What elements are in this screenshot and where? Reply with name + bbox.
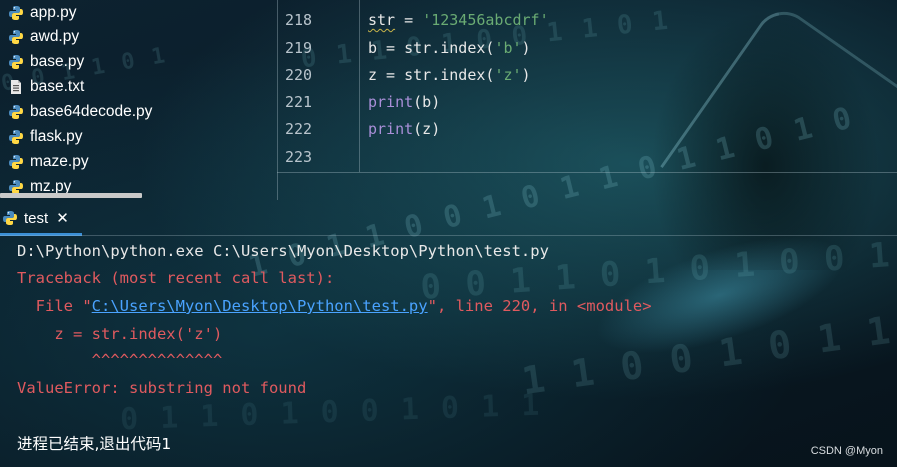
close-icon[interactable]: ✕ <box>56 209 69 227</box>
file-name-label: maze.py <box>30 153 89 170</box>
line-number: 219 <box>285 39 313 57</box>
code-text: print(b) <box>368 89 440 116</box>
error-message: ValueError: substring not found <box>17 379 307 397</box>
file-tree-clip: mz.py <box>0 176 277 193</box>
file-tree-item-flask-py[interactable]: flask.py <box>8 126 83 148</box>
code-line-221[interactable]: 221 print(b) <box>277 89 897 116</box>
code-text: b = str.index('b') <box>368 35 531 62</box>
traceback-source-line: z = str.index('z') <box>17 325 223 343</box>
string-literal: '123456abcdrf' <box>422 11 549 29</box>
console-command-line: D:\Python\python.exe C:\Users\Myon\Deskt… <box>17 242 549 260</box>
code-editor[interactable]: 218 str = '123456abcdrf' 219 b = str.ind… <box>277 0 897 200</box>
tab-test[interactable]: test ✕ <box>0 200 82 236</box>
shadowed-builtin-warning[interactable]: str <box>368 11 395 29</box>
code-line-222[interactable]: 222 print(z) <box>277 116 897 143</box>
code-text: str = '123456abcdrf' <box>368 7 549 34</box>
file-name-label: base64decode.py <box>30 103 153 120</box>
code-text: z = str.index('z') <box>368 62 531 89</box>
file-tree-item-base-txt[interactable]: base.txt <box>8 76 84 98</box>
file-name-label: app.py <box>30 4 77 21</box>
code-line-220[interactable]: 220 z = str.index('z') <box>277 62 897 89</box>
file-name-label: flask.py <box>30 128 83 145</box>
builtin-function: print <box>368 93 414 111</box>
traceback-file-suffix: ", line 220, in <module> <box>427 297 652 315</box>
file-tree-item-base64decode-py[interactable]: base64decode.py <box>8 101 152 123</box>
traceback-file-line: File "C:\Users\Myon\Desktop\Python\test.… <box>17 297 652 315</box>
file-name-label: mz.py <box>30 178 72 193</box>
python-file-icon <box>9 180 23 193</box>
tab-label: test <box>24 209 49 227</box>
code-line-219[interactable]: 219 b = str.index('b') <box>277 35 897 62</box>
line-number: 222 <box>285 120 313 138</box>
file-tree-item-app-py[interactable]: app.py <box>8 2 77 24</box>
python-file-icon <box>9 6 23 20</box>
run-tool-window-tabs: test ✕ <box>0 200 897 236</box>
code-segment: (b) <box>413 93 441 111</box>
code-segment: ) <box>521 66 531 84</box>
traceback-header: Traceback (most recent call last): <box>17 269 335 287</box>
line-number: 220 <box>285 66 313 84</box>
code-segment: (z) <box>413 120 441 138</box>
string-literal: 'b' <box>494 39 522 57</box>
code-line-218[interactable]: 218 str = '123456abcdrf' <box>277 7 897 34</box>
code-line-223[interactable]: 223 <box>277 144 897 171</box>
code-segment: b = str.index( <box>368 39 495 57</box>
file-name-label: base.txt <box>30 78 85 95</box>
line-number: 218 <box>285 11 313 29</box>
string-literal: 'z' <box>494 66 522 84</box>
traceback-file-link[interactable]: C:\Users\Myon\Desktop\Python\test.py <box>92 297 428 315</box>
python-file-icon <box>9 30 23 44</box>
text-file-icon <box>11 80 21 94</box>
code-segment: ) <box>521 39 531 57</box>
project-file-tree: app.py awd.py base.py base.txt base64dec… <box>0 0 277 200</box>
operator: = <box>395 11 423 29</box>
file-tree-item-maze-py[interactable]: maze.py <box>8 151 89 173</box>
file-name-label: base.py <box>30 53 85 70</box>
process-exit-message: 进程已结束,退出代码1 <box>17 435 172 453</box>
line-number: 221 <box>285 93 313 111</box>
editor-bottom-border <box>277 172 897 173</box>
python-file-icon <box>9 130 23 144</box>
builtin-function: print <box>368 120 414 138</box>
python-file-icon <box>9 55 23 69</box>
python-file-icon <box>9 105 23 119</box>
traceback-caret-line: ^^^^^^^^^^^^^^ <box>17 351 223 369</box>
file-tree-item-mz-py[interactable]: mz.py <box>8 176 71 193</box>
run-console-output[interactable]: D:\Python\python.exe C:\Users\Myon\Deskt… <box>0 236 897 467</box>
file-name-label: awd.py <box>30 28 80 45</box>
file-tree-item-base-py[interactable]: base.py <box>8 51 84 73</box>
file-tree-item-awd-py[interactable]: awd.py <box>8 26 79 48</box>
python-file-icon <box>9 155 23 169</box>
code-text: print(z) <box>368 116 440 143</box>
watermark: CSDN @Myon⁠ <box>810 445 883 457</box>
python-run-icon <box>3 211 17 225</box>
line-number: 223 <box>285 148 313 166</box>
horizontal-scrollbar[interactable] <box>0 193 142 198</box>
code-segment: z = str.index( <box>368 66 495 84</box>
traceback-file-prefix: File " <box>17 297 92 315</box>
